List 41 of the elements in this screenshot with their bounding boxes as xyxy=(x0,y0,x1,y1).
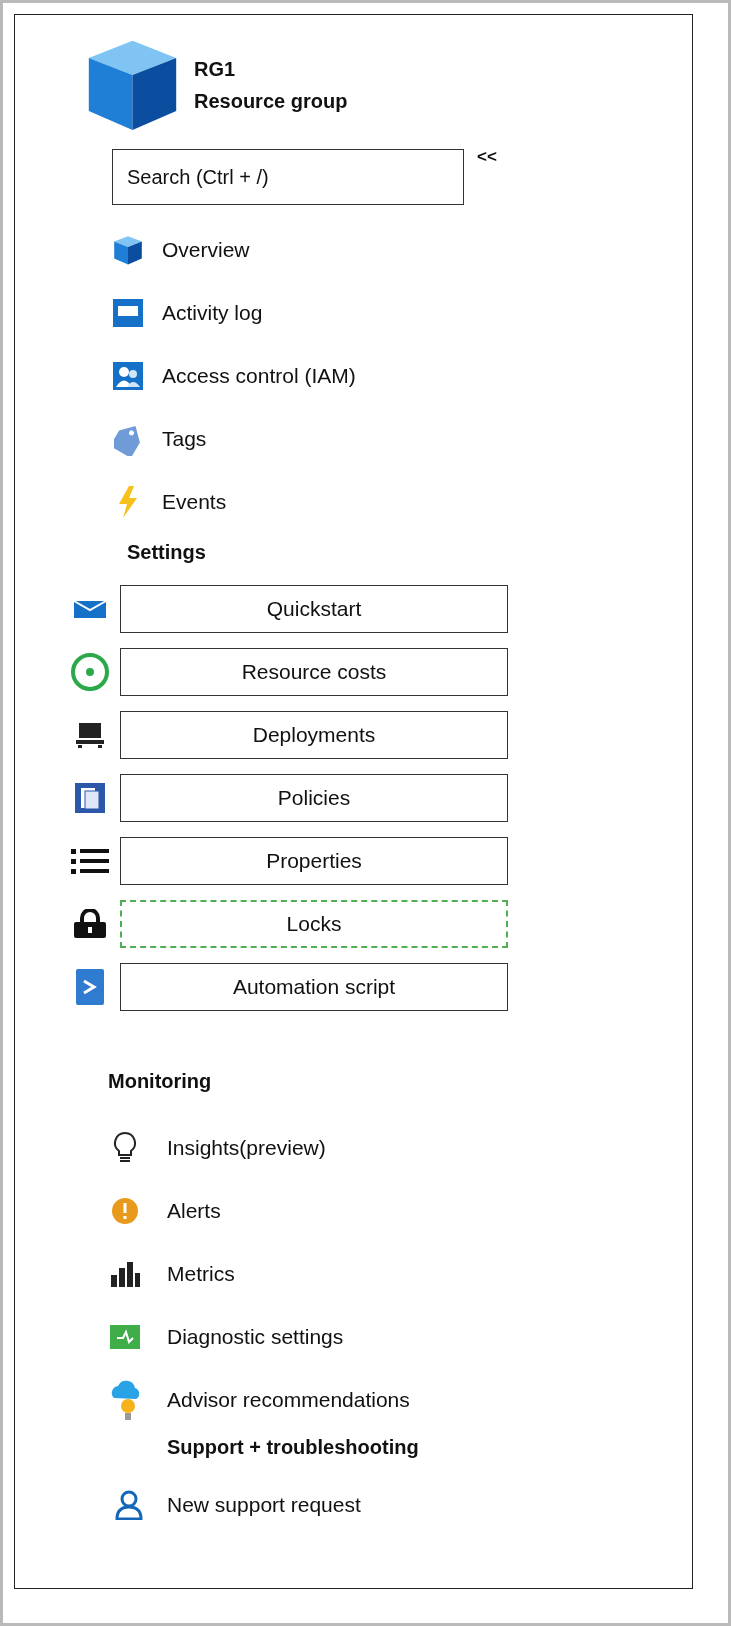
person-icon xyxy=(114,1489,144,1520)
collapse-button[interactable]: << xyxy=(477,147,497,167)
bar-chart-icon xyxy=(110,1260,140,1287)
menu-item[interactable]: Overview xyxy=(162,237,250,262)
menu-item[interactable]: Automation script xyxy=(120,963,508,1011)
envelope-icon xyxy=(73,599,107,619)
resource-type: Resource group xyxy=(194,89,348,114)
menu-item[interactable]: Deployments xyxy=(120,711,508,759)
menu-item[interactable]: New support request xyxy=(167,1492,361,1517)
target-icon xyxy=(69,651,111,693)
section-heading: Settings xyxy=(127,540,207,565)
document-icon xyxy=(74,782,106,814)
menu-item[interactable]: Events xyxy=(162,489,227,514)
search-field[interactable]: Search (Ctrl + /) xyxy=(112,149,464,205)
section-heading: Support + troubleshooting xyxy=(167,1435,420,1460)
list-icon xyxy=(70,848,110,874)
server-icon xyxy=(75,722,105,748)
menu-item[interactable]: Quickstart xyxy=(120,585,508,633)
cube-icon xyxy=(113,234,143,265)
menu-item[interactable]: Activity log xyxy=(162,300,263,325)
log-icon xyxy=(112,297,144,328)
section-heading: Monitoring xyxy=(108,1069,213,1094)
people-icon xyxy=(112,360,144,391)
menu-item[interactable]: Policies xyxy=(120,774,508,822)
menu-item[interactable]: Metrics xyxy=(167,1261,235,1286)
diagnostic-icon xyxy=(109,1323,141,1350)
menu-item[interactable]: Locks xyxy=(120,900,508,948)
lightbulb-icon xyxy=(112,1130,138,1165)
menu-item[interactable]: Resource costs xyxy=(120,648,508,696)
lightning-icon xyxy=(117,484,139,519)
menu-item[interactable]: Tags xyxy=(162,426,207,451)
script-icon xyxy=(75,968,105,1006)
lock-icon xyxy=(72,909,108,939)
menu-item[interactable]: Insights(preview) xyxy=(167,1135,326,1160)
alert-icon xyxy=(111,1196,139,1225)
menu-item[interactable]: Advisor recommendations xyxy=(167,1387,410,1412)
menu-item[interactable]: Access control (IAM) xyxy=(162,363,356,388)
menu-item[interactable]: Properties xyxy=(120,837,508,885)
menu-item[interactable]: Diagnostic settings xyxy=(167,1324,344,1349)
menu-item[interactable]: Alerts xyxy=(167,1198,221,1223)
resource-title: RG1 xyxy=(194,57,237,82)
